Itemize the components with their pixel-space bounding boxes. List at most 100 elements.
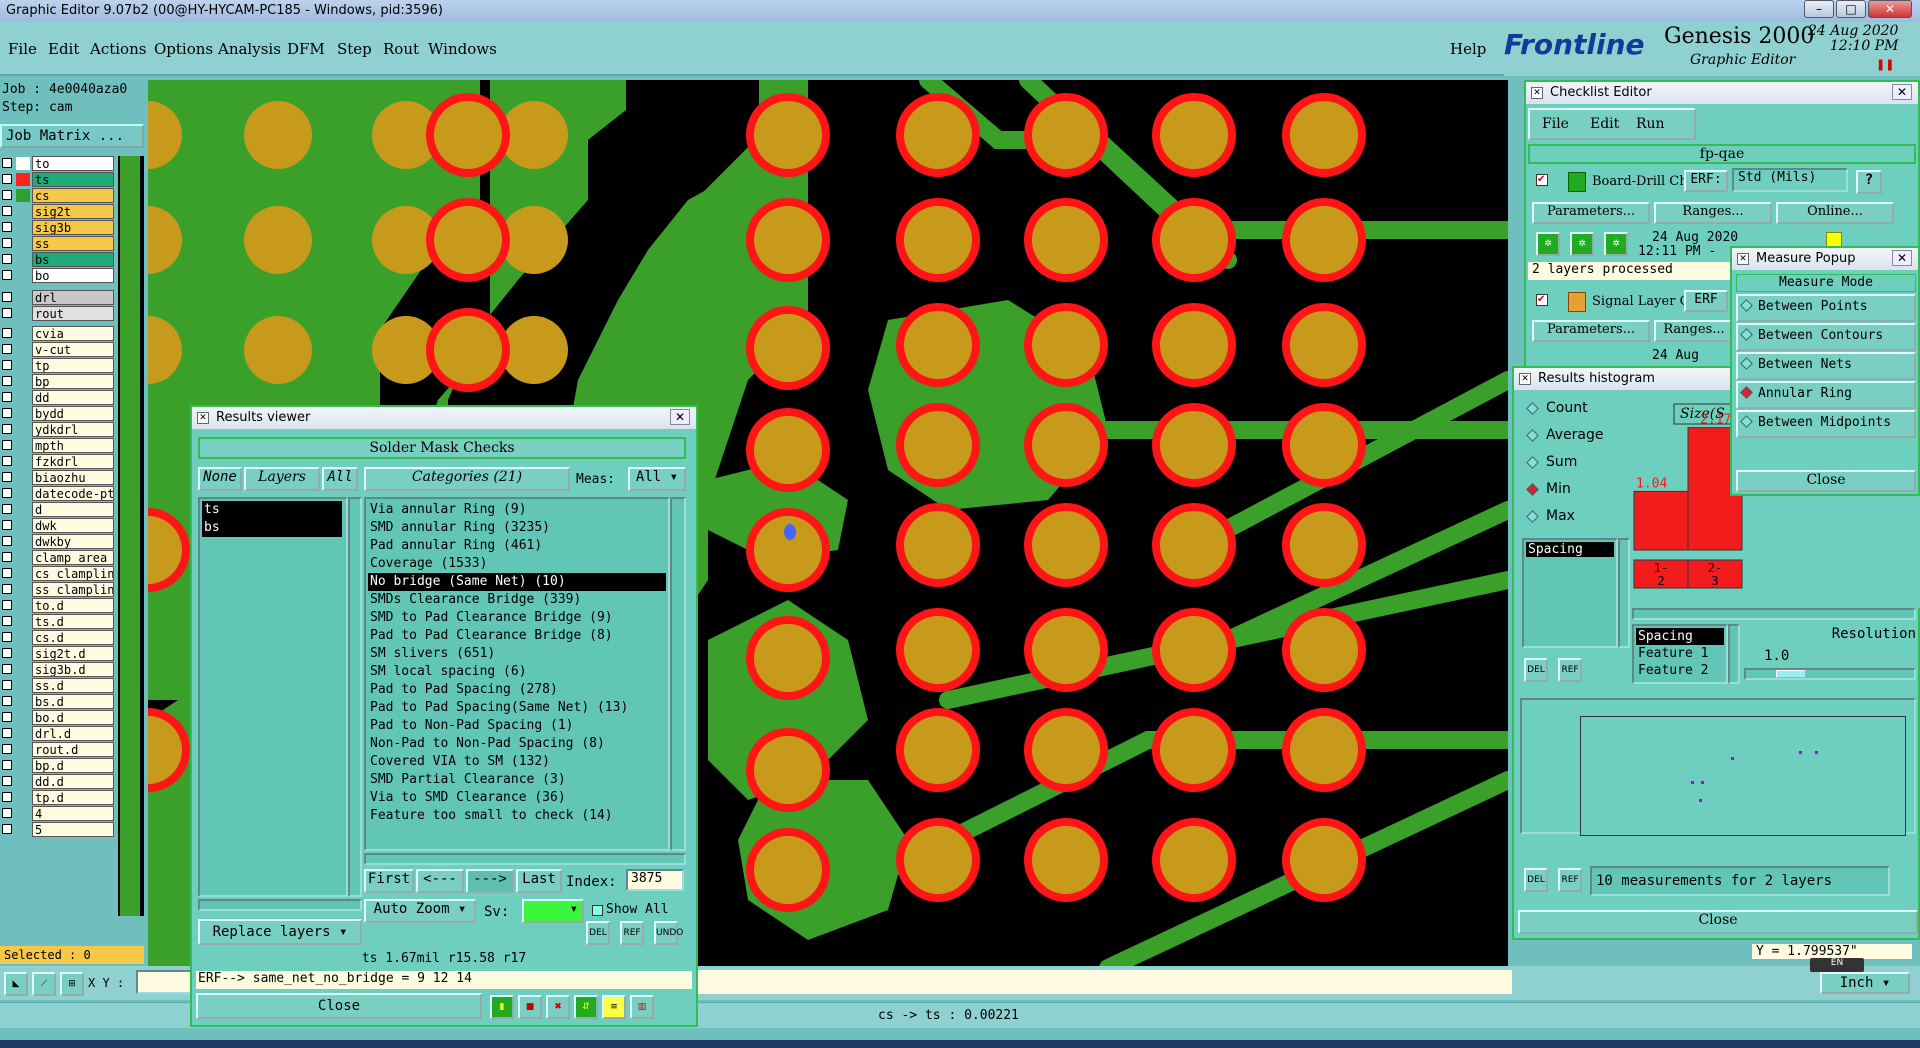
layer-row[interactable]: mpth [0,438,118,453]
measure-mode-option[interactable]: Between Contours [1736,323,1916,351]
layer-row[interactable]: rout [0,306,118,321]
categories-scrollbar[interactable] [670,497,686,851]
layer-name[interactable]: bp.d [32,758,114,773]
layer-checkbox[interactable] [2,488,12,498]
layer-checkbox[interactable] [2,648,12,658]
pad[interactable] [754,736,822,804]
layer-row[interactable]: drl [0,290,118,305]
layer-checkbox[interactable] [2,824,12,834]
pad[interactable] [754,314,822,382]
layer-checkbox[interactable] [2,174,12,184]
pad[interactable] [244,101,312,169]
grid-icon[interactable]: ⊞ [60,972,84,996]
radio-diamond-icon[interactable] [1740,357,1753,370]
radio-diamond-icon[interactable] [1740,386,1753,399]
layer-checkbox[interactable] [2,520,12,530]
stat-option[interactable]: Count [1522,398,1622,425]
pad[interactable] [1290,826,1358,894]
layer-color-swatch[interactable] [16,711,30,724]
show-all-checkbox[interactable] [592,905,603,916]
layer-checkbox[interactable] [2,728,12,738]
layer-color-swatch[interactable] [16,343,30,356]
layer-color-swatch[interactable] [16,375,30,388]
undo-icon[interactable]: UNDO [654,921,683,945]
layer-checkbox[interactable] [2,552,12,562]
layer-color-swatch[interactable] [16,647,30,660]
pad[interactable] [434,316,502,384]
layer-checkbox[interactable] [2,270,12,280]
layer-color-swatch[interactable] [16,307,30,320]
pad[interactable] [1160,411,1228,479]
hist-del-icon-2[interactable]: DEL [1524,868,1548,892]
first-button[interactable]: First [364,869,414,893]
category-item[interactable]: SMD to Pad Clearance Bridge (9) [368,609,666,627]
category-item[interactable]: Covered VIA to SM (132) [368,753,666,771]
layer-name[interactable]: sig2t [32,204,114,219]
auto-zoom-select[interactable]: Auto Zoom ▾ [364,899,476,923]
stop-icon[interactable]: ■ [518,995,542,1019]
layer-row[interactable]: datecode-pts [0,486,118,501]
layers-button[interactable]: Layers [244,467,320,491]
layer-color-swatch[interactable] [16,157,30,170]
layer-checkbox[interactable] [2,456,12,466]
layer-checkbox[interactable] [2,424,12,434]
layer-checkbox[interactable] [2,792,12,802]
minimize-button[interactable]: – [1804,0,1834,18]
layer-name[interactable]: bo.d [32,710,114,725]
layer-row[interactable]: sig2t.d [0,646,118,661]
none-button[interactable]: None [198,467,242,491]
menu-options[interactable]: Options [154,40,213,58]
histogram-close-button[interactable]: Close [1518,910,1918,934]
close-icon[interactable]: ✕ [670,409,690,425]
layer-row[interactable]: rout.d [0,742,118,757]
measure-mode-option[interactable]: Between Points [1736,294,1916,322]
layer-row[interactable]: ss [0,236,118,251]
layer-row[interactable]: bs [0,252,118,267]
category-item[interactable]: Pad to Pad Clearance Bridge (8) [368,627,666,645]
layer-name[interactable]: cs.d [32,630,114,645]
layer-name[interactable]: bo [32,268,114,283]
field-list[interactable]: Spacing [1522,538,1618,648]
layer-color-swatch[interactable] [16,359,30,372]
maximize-button[interactable]: □ [1836,0,1866,18]
layer-name[interactable]: dd [32,390,114,405]
layer-name[interactable]: sig3b.d [32,662,114,677]
layer-color-swatch[interactable] [16,567,30,580]
erf-button[interactable]: ERF: [1684,170,1728,192]
layer-checkbox[interactable] [2,472,12,482]
pad[interactable] [244,316,312,384]
layer-color-swatch[interactable] [16,291,30,304]
pad[interactable] [434,101,502,169]
layer-color-swatch[interactable] [16,615,30,628]
pad[interactable] [1032,716,1100,784]
pad[interactable] [244,206,312,274]
close-button[interactable]: Close [196,993,482,1019]
layer-checkbox[interactable] [2,616,12,626]
layer-name[interactable]: mpth [32,438,114,453]
layers-scrollbar[interactable] [348,497,362,897]
pad[interactable] [754,416,822,484]
layer-name[interactable]: bs [32,252,114,267]
layer-checkbox[interactable] [2,440,12,450]
layer-checkbox[interactable] [2,238,12,248]
pad[interactable] [904,311,972,379]
radio-diamond-icon[interactable] [1526,510,1539,523]
radio-diamond-icon[interactable] [1740,299,1753,312]
layer-color-swatch[interactable] [16,269,30,282]
layer-color-swatch[interactable] [16,583,30,596]
layer-name[interactable]: dd.d [32,774,114,789]
pad[interactable] [904,716,972,784]
check-1-checkbox[interactable]: ✔ [1536,174,1548,186]
meas-select[interactable]: All ▾ [628,467,686,491]
radio-diamond-icon[interactable] [1526,483,1539,496]
layer-name[interactable]: ts.d [32,614,114,629]
layer-row[interactable]: fzkdrl [0,454,118,469]
pause-icon[interactable]: ❚❚ [1876,58,1894,71]
help-button[interactable]: ? [1856,170,1882,194]
pad[interactable] [904,411,972,479]
close-window-button[interactable]: ✕ [1868,0,1912,18]
radio-diamond-icon[interactable] [1740,415,1753,428]
categories-button[interactable]: Categories (21) [364,467,570,491]
layer-checkbox[interactable] [2,504,12,514]
std-select[interactable]: Std (Mils) [1732,168,1848,192]
